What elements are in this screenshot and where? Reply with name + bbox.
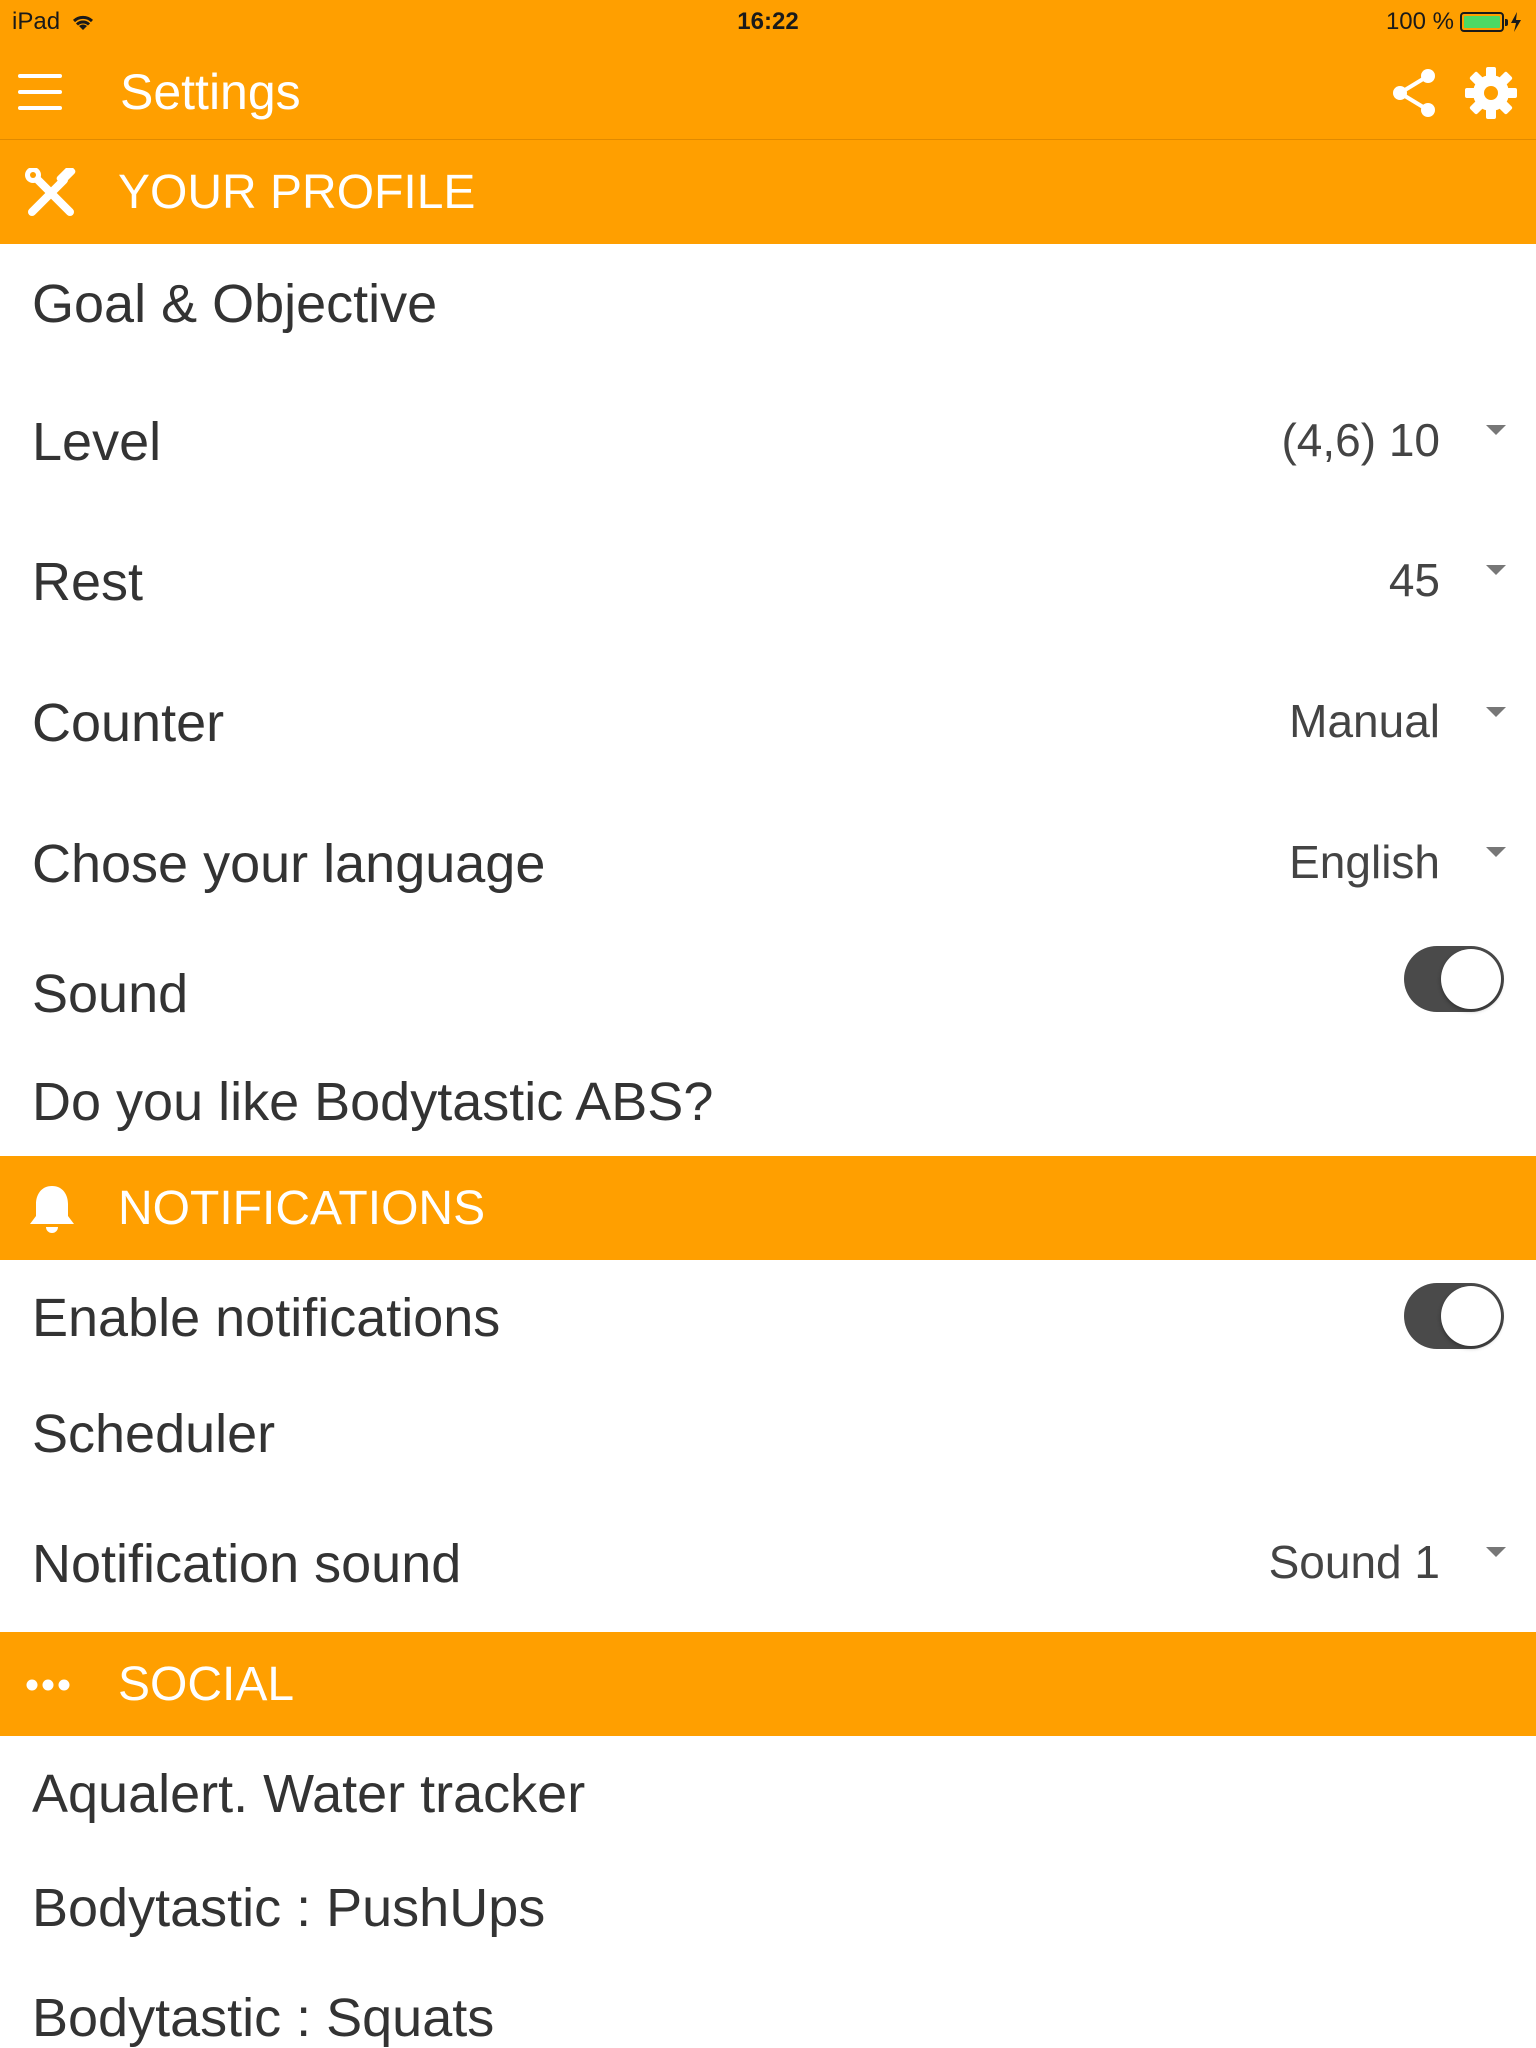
row-label: Goal & Objective <box>32 274 438 334</box>
notifications-toggle[interactable] <box>1404 1283 1504 1349</box>
status-right: 100 % <box>1386 8 1522 36</box>
row-label: Scheduler <box>32 1404 276 1464</box>
level-value: (4,6) 10 <box>1281 414 1440 466</box>
section-header-notifications: NOTIFICATIONS <box>0 1156 1536 1260</box>
menu-button[interactable] <box>18 74 62 110</box>
row-bodytastic-squats[interactable]: Bodytastic : Squats <box>0 1966 1536 2048</box>
row-language[interactable]: Chose your language English <box>0 794 1536 934</box>
toggle-knob <box>1441 949 1501 1009</box>
row-label: Bodytastic : Squats <box>32 1988 495 2048</box>
share-icon[interactable] <box>1388 66 1442 120</box>
rest-value: 45 <box>1388 554 1440 606</box>
section-header-social: SOCIAL <box>0 1632 1536 1736</box>
row-scheduler[interactable]: Scheduler <box>0 1378 1536 1494</box>
row-enable-notifications[interactable]: Enable notifications <box>0 1260 1536 1378</box>
status-time: 16:22 <box>737 8 799 35</box>
chevron-down-icon <box>1486 847 1506 857</box>
counter-value: Manual <box>1289 695 1440 747</box>
row-bodytastic-pushups[interactable]: Bodytastic : PushUps <box>0 1852 1536 1966</box>
row-level[interactable]: Level (4,6) 10 <box>0 372 1536 512</box>
row-label: Rest <box>32 552 144 612</box>
row-label: Sound <box>32 964 189 1024</box>
row-counter[interactable]: Counter Manual <box>0 652 1536 794</box>
battery-icon <box>1460 12 1508 32</box>
row-rate-app[interactable]: Do you like Bodytastic ABS? <box>0 1054 1536 1156</box>
row-label: Counter <box>32 693 225 753</box>
menu-icon-line <box>18 90 62 94</box>
chevron-down-icon <box>1486 707 1506 717</box>
app-bar: Settings <box>0 44 1536 140</box>
chevron-down-icon <box>1486 1547 1506 1557</box>
app-bar-actions <box>1388 66 1518 120</box>
row-label: Do you like Bodytastic ABS? <box>32 1072 714 1132</box>
toggle-knob <box>1441 1286 1501 1346</box>
row-label: Chose your language <box>32 834 546 894</box>
bell-icon <box>30 1186 74 1233</box>
menu-icon-line <box>18 74 62 78</box>
gear-icon[interactable] <box>1464 66 1518 120</box>
charging-icon <box>1511 12 1521 32</box>
battery-percent: 100 % <box>1385 8 1454 35</box>
chevron-down-icon <box>1486 425 1506 435</box>
row-goal-objective[interactable]: Goal & Objective <box>0 244 1536 372</box>
row-notification-sound[interactable]: Notification sound Sound 1 <box>0 1494 1536 1632</box>
section-title: SOCIAL <box>118 1658 295 1711</box>
row-label: Aqualert. Water tracker <box>32 1764 586 1824</box>
tools-icon <box>25 168 76 216</box>
row-label: Bodytastic : PushUps <box>32 1878 546 1938</box>
row-label: Notification sound <box>32 1534 462 1594</box>
page-title: Settings <box>120 64 301 120</box>
language-value: English <box>1289 836 1440 888</box>
row-rest[interactable]: Rest 45 <box>0 512 1536 652</box>
row-aqualert[interactable]: Aqualert. Water tracker <box>0 1736 1536 1852</box>
row-label: Level <box>32 412 162 472</box>
menu-icon-line <box>18 106 62 110</box>
more-dots-icon <box>26 1679 70 1691</box>
section-header-profile: YOUR PROFILE <box>0 140 1536 244</box>
notification-sound-value: Sound 1 <box>1268 1536 1440 1588</box>
section-title: YOUR PROFILE <box>118 166 476 219</box>
row-label: Enable notifications <box>32 1288 501 1348</box>
sound-toggle[interactable] <box>1404 946 1504 1012</box>
row-sound[interactable]: Sound <box>0 934 1536 1054</box>
status-bar: iPad 16:22 100 % <box>0 0 1536 44</box>
section-title: NOTIFICATIONS <box>118 1182 486 1235</box>
chevron-down-icon <box>1486 565 1506 575</box>
